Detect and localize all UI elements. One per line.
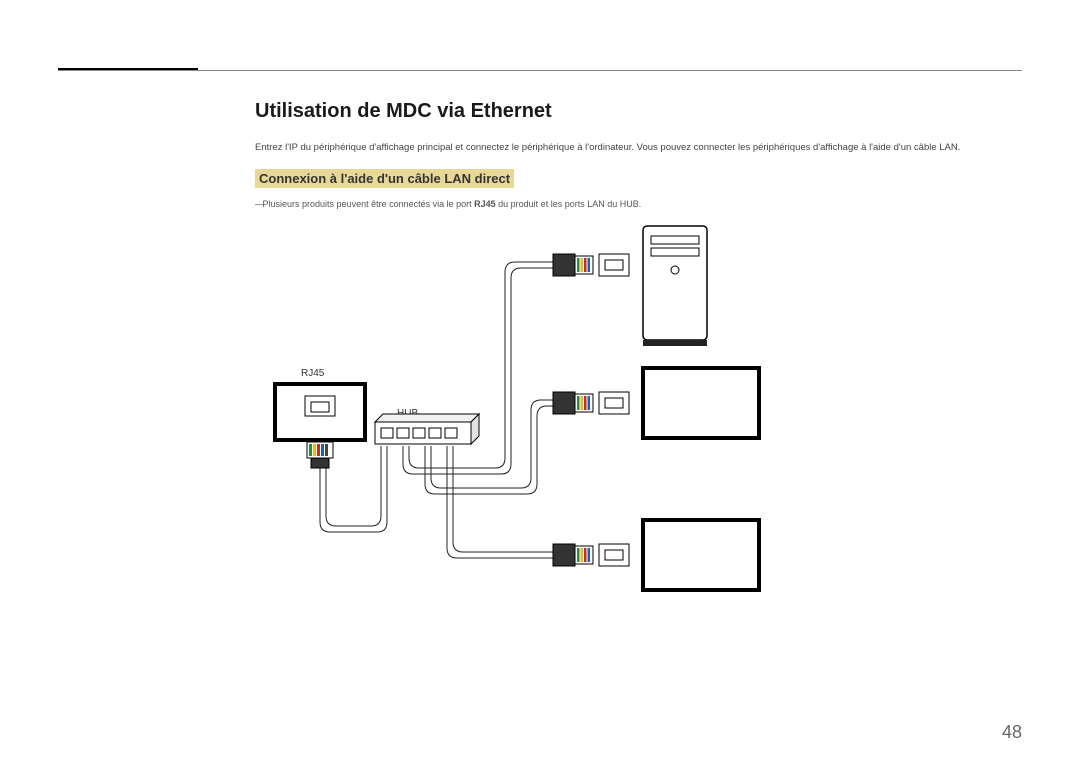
rj45-plug-icon bbox=[553, 392, 593, 414]
subsection-heading: Connexion à l'aide d'un câble LAN direct bbox=[255, 169, 514, 188]
rj45-plug-icon bbox=[553, 254, 593, 276]
monitor-icon bbox=[643, 520, 759, 590]
display-rj45-icon bbox=[275, 384, 365, 440]
note-post: du produit et les ports LAN du HUB. bbox=[496, 199, 642, 209]
note-pre: Plusieurs produits peuvent être connecté… bbox=[263, 199, 475, 209]
hub-icon bbox=[375, 414, 479, 444]
rj45-plug-icon bbox=[553, 544, 593, 566]
note-bold: RJ45 bbox=[474, 199, 496, 209]
note-text: Plusieurs produits peuvent être connecté… bbox=[255, 198, 1022, 212]
intro-text: Entrez l'IP du périphérique d'affichage … bbox=[255, 141, 1022, 155]
page-content: Utilisation de MDC via Ethernet Entrez l… bbox=[255, 100, 1022, 636]
header-rule bbox=[58, 70, 1022, 71]
monitor-icon bbox=[643, 368, 759, 438]
page-number: 48 bbox=[1002, 722, 1022, 743]
rj45-plug-icon bbox=[307, 442, 333, 468]
section-heading: Utilisation de MDC via Ethernet bbox=[255, 100, 1022, 123]
pc-tower-icon bbox=[643, 226, 707, 346]
connection-diagram: RJ45 HUB bbox=[255, 216, 815, 636]
header-accent-block bbox=[58, 50, 198, 70]
